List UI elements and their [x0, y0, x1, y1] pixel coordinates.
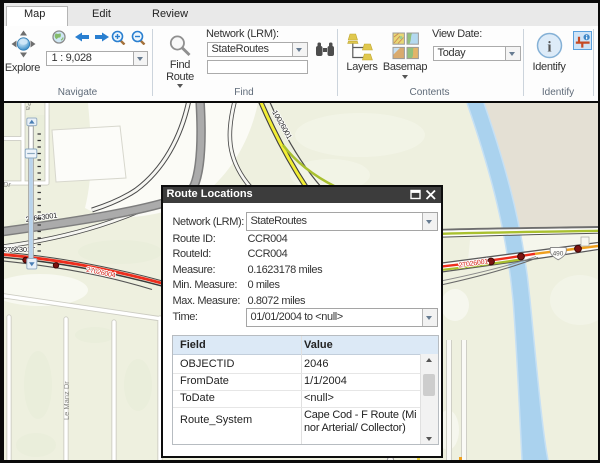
svg-text:i: i: [547, 39, 551, 55]
svg-text:490: 490: [553, 251, 564, 258]
svg-text:Dr: Dr: [4, 180, 11, 189]
svg-text:Le Manz Dr: Le Manz Dr: [62, 381, 71, 420]
svg-text:Pa: Pa: [24, 103, 33, 111]
